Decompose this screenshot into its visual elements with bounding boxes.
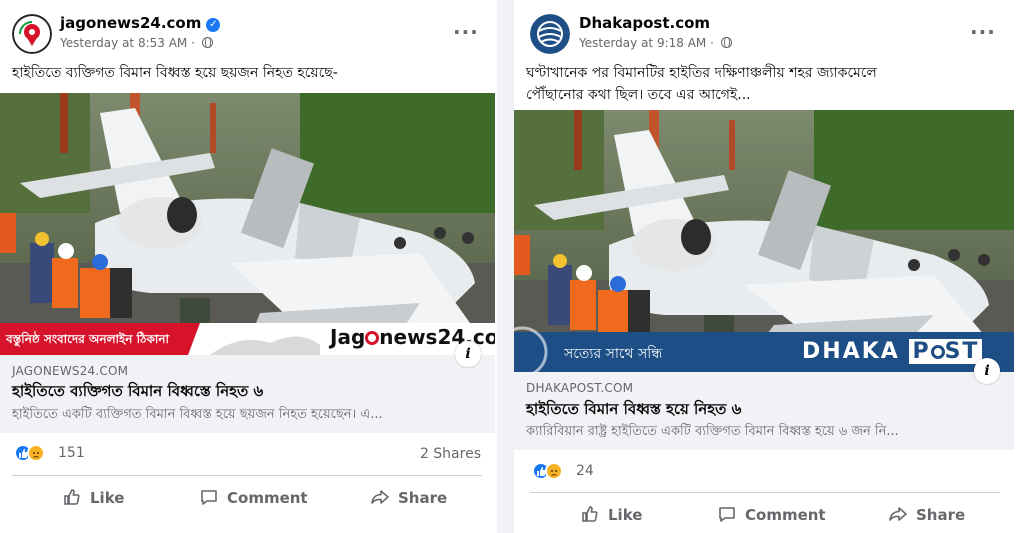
like-button[interactable]: Like — [62, 487, 124, 507]
jagonews-avatar[interactable] — [12, 14, 52, 54]
page-name[interactable]: jagonews24.com ✓ — [60, 14, 221, 32]
comment-button[interactable]: Comment — [199, 487, 308, 507]
reaction-count[interactable]: 24 — [576, 463, 594, 479]
reactions-bar: 24 — [514, 460, 1024, 484]
verified-badge-icon: ✓ — [206, 18, 221, 32]
comment-label[interactable]: Comment — [745, 506, 826, 524]
link-preview[interactable]: i JAGONEWS24.COM হাইতিতে ব্যক্তিগত বিমান… — [0, 341, 495, 433]
brand-pre: DHAKA — [802, 339, 900, 364]
link-description: হাইতিতে একটি ব্যক্তিগত বিমান বিধ্বস্ত হয… — [12, 407, 383, 422]
reactions-bar: 151 2 Shares — [0, 442, 497, 466]
post-header: jagonews24.com ✓ Yesterday at 8:53 AM · ·… — [0, 0, 497, 60]
comment-icon — [719, 507, 735, 522]
share-icon — [889, 507, 907, 521]
more-icon[interactable]: ··· — [453, 20, 479, 44]
post-timestamp[interactable]: Yesterday at 9:18 AM · — [579, 36, 732, 50]
share-label[interactable]: Share — [398, 489, 447, 507]
brand-post: ST — [944, 339, 980, 364]
link-domain: DHAKAPOST.COM — [526, 381, 634, 395]
brand-pre: Jag — [330, 325, 366, 349]
post-dhakapost: Dhakapost.com Yesterday at 9:18 AM · ···… — [514, 0, 1024, 533]
banner-tagline: বস্তুনিষ্ঠ সংবাদের অনলাইন ঠিকানা — [6, 332, 169, 346]
comment-label[interactable]: Comment — [227, 489, 308, 507]
divider — [12, 475, 482, 476]
brand-logo-icon — [930, 345, 945, 359]
reaction-count[interactable]: 151 — [58, 445, 85, 461]
link-title[interactable]: হাইতিতে ব্যক্তিগত বিমান বিধ্বস্তে নিহত ৬ — [12, 380, 263, 405]
share-button[interactable]: Share — [888, 504, 965, 524]
dhakapost-avatar[interactable] — [530, 14, 570, 54]
page-name-text[interactable]: jagonews24.com — [60, 14, 201, 32]
post-text: ঘণ্টাখানেক পর বিমানটির হাইতির দক্ষিণাঞ্চ… — [526, 62, 1016, 106]
sad-reaction-icon — [545, 462, 563, 480]
like-button[interactable]: Like — [580, 504, 642, 524]
post-jagonews: jagonews24.com ✓ Yesterday at 8:53 AM · ·… — [0, 0, 497, 533]
public-globe-icon — [201, 37, 213, 48]
comment-icon — [201, 490, 217, 505]
post-text: হাইতিতে ব্যক্তিগত বিমান বিধ্বস্ত হয়ে ছয… — [12, 65, 338, 81]
comment-button[interactable]: Comment — [717, 504, 826, 524]
banner-brand: DHAKA P ST — [802, 339, 983, 364]
like-label[interactable]: Like — [90, 489, 124, 507]
link-description: ক্যারিবিয়ান রাষ্ট্র হাইতিতে একটি ব্যক্ত… — [526, 424, 899, 439]
brand-post-box: P ST — [909, 339, 983, 364]
info-icon[interactable]: i — [455, 341, 481, 367]
timestamp-text[interactable]: Yesterday at 9:18 AM · — [579, 36, 718, 50]
timestamp-text[interactable]: Yesterday at 8:53 AM · — [60, 36, 199, 50]
page-name[interactable]: Dhakapost.com — [579, 14, 710, 32]
public-globe-icon — [720, 37, 732, 48]
post-header: Dhakapost.com Yesterday at 9:18 AM · ··· — [514, 0, 1024, 60]
post-timestamp[interactable]: Yesterday at 8:53 AM · — [60, 36, 213, 50]
post-image[interactable]: সত্যের সাথে সন্ধি DHAKA P ST — [514, 110, 1014, 372]
more-icon[interactable]: ··· — [970, 20, 996, 44]
brand-logo-icon — [365, 331, 380, 345]
post-text-line-2: পৌঁছানোর কথা ছিল। তবে এর আগেই... — [526, 87, 751, 103]
banner-tagline: সত্যের সাথে সন্ধি — [564, 346, 663, 362]
share-button[interactable]: Share — [370, 487, 447, 507]
like-icon — [64, 489, 80, 505]
page-name-text[interactable]: Dhakapost.com — [579, 14, 710, 32]
like-icon — [582, 506, 598, 522]
share-count[interactable]: 2 Shares — [420, 446, 481, 462]
post-text-line-1: ঘণ্টাখানেক পর বিমানটির হাইতির দক্ষিণাঞ্চ… — [526, 65, 877, 81]
like-label[interactable]: Like — [608, 506, 642, 524]
divider — [530, 492, 1000, 493]
post-image[interactable]: বস্তুনিষ্ঠ সংবাদের অনলাইন ঠিকানা Jag news… — [0, 93, 495, 355]
share-label[interactable]: Share — [916, 506, 965, 524]
link-title[interactable]: হাইতিতে বিমান বিধ্বস্ত হয়ে নিহত ৬ — [526, 398, 741, 423]
link-preview[interactable]: i DHAKAPOST.COM হাইতিতে বিমান বিধ্বস্ত হ… — [514, 358, 1014, 450]
info-icon[interactable]: i — [974, 358, 1000, 384]
link-domain: JAGONEWS24.COM — [12, 364, 129, 378]
share-icon — [371, 490, 389, 504]
sad-reaction-icon — [27, 444, 45, 462]
feed-gap — [497, 0, 514, 533]
